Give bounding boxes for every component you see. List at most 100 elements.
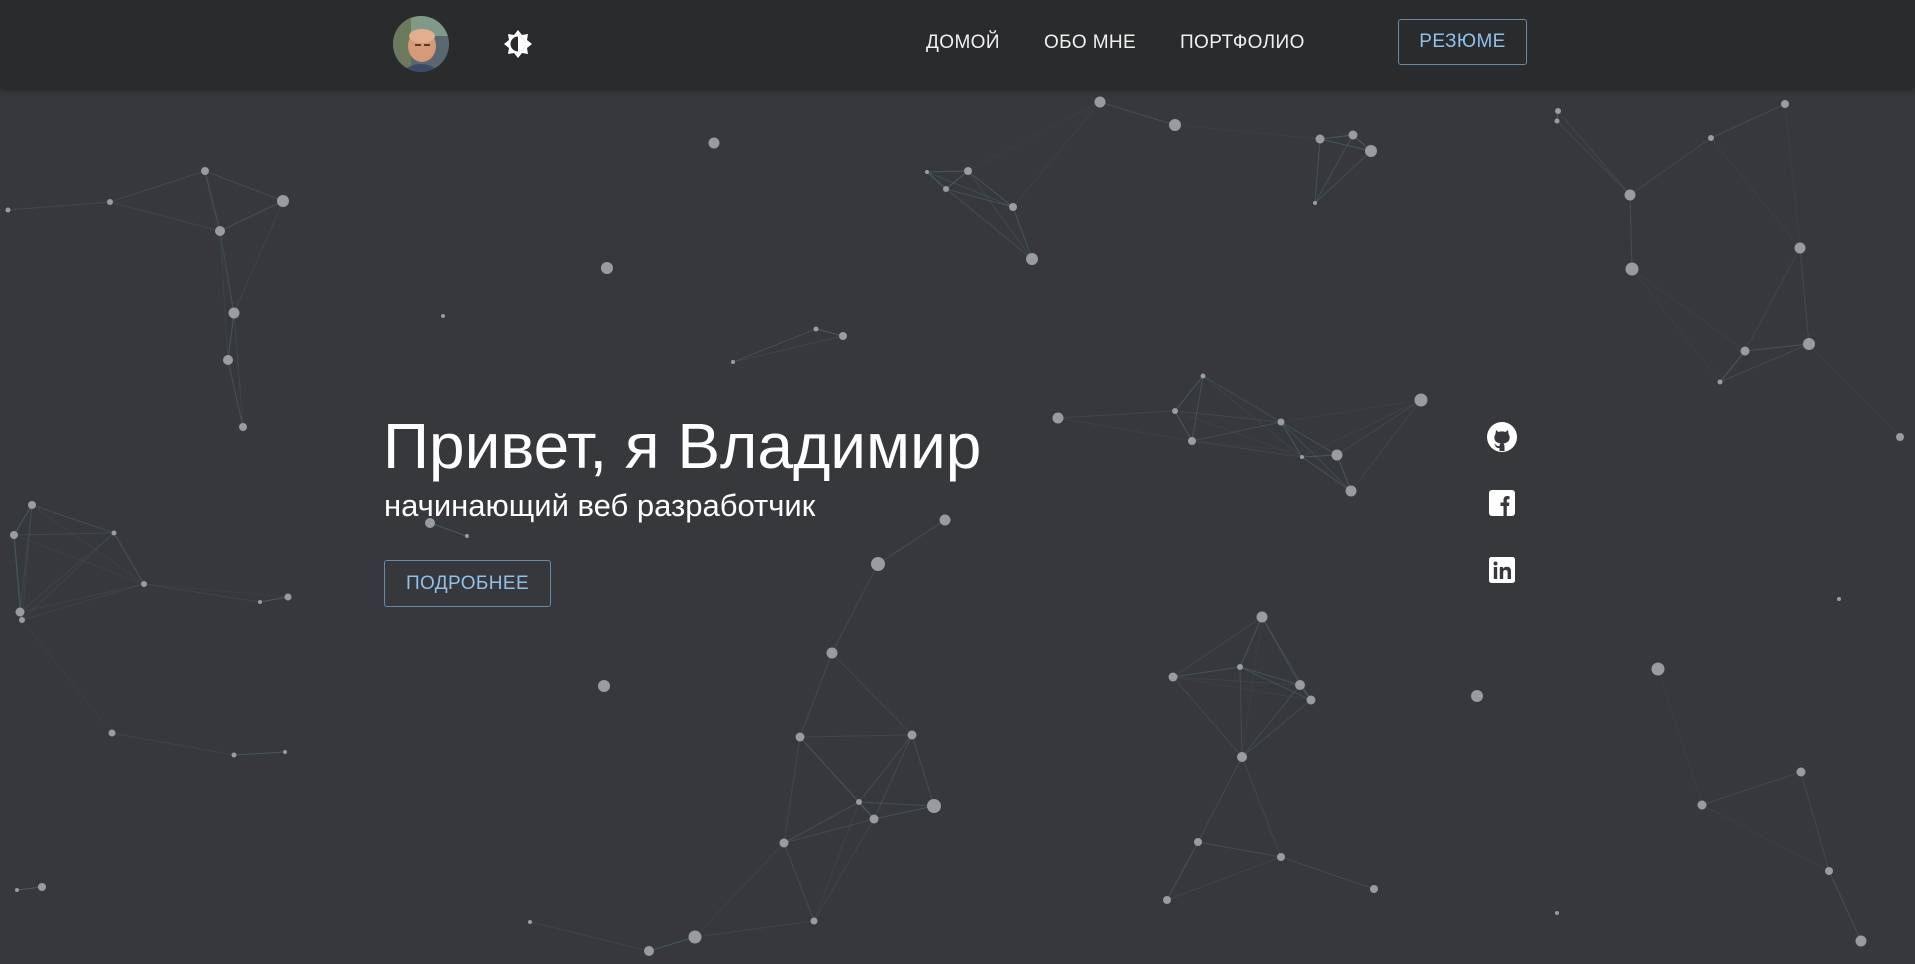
particle-link [1057,417,1193,442]
particle-dot [927,799,941,813]
particle-dot [1169,119,1181,131]
facebook-link[interactable] [1486,487,1518,519]
particle-dot [1331,449,1343,461]
particle-dot [1365,145,1377,157]
particle-dot [1796,767,1806,777]
particle-dot [1471,690,1483,702]
particle-link [1631,268,1721,383]
particle-link [1314,134,1354,204]
particle-link [1314,138,1321,204]
particle-link [1280,856,1375,890]
particle-dot [795,732,805,742]
particle-dot [1348,130,1358,140]
particle-dot [856,799,862,805]
particle-dot [1855,935,1867,947]
particle-link [694,842,785,938]
particle-link [783,842,815,922]
particle-link [21,619,113,734]
facebook-icon [1489,490,1515,516]
particle-link [1241,756,1282,858]
particle-dot [1295,680,1305,690]
particle-link [799,734,913,738]
particle-dot [15,607,25,617]
particle-link [945,188,1014,208]
particle-dot [239,423,247,431]
particle-link [227,312,235,361]
particle-dot [1345,485,1357,497]
particle-dot [283,750,287,754]
particle-dot [1740,346,1750,356]
particle-link [1057,410,1176,419]
particle-link [1241,699,1312,758]
brightness-icon [504,30,532,58]
nav-link-portfolio[interactable]: ПОРТФОЛИО [1180,31,1305,55]
navbar: ДОМОЙ ОБО МНЕ ПОРТФОЛИО РЕЗЮМЕ [0,0,1915,88]
particle-dot [284,593,292,601]
particle-link [926,171,1014,208]
particle-dot [601,262,613,274]
particle-link [783,736,801,844]
particle-dot [1555,911,1559,915]
particle-link [877,519,946,565]
theme-toggle-button[interactable] [503,29,533,59]
particle-link [1174,410,1193,442]
particle-link [204,170,235,314]
particle-link [783,801,860,844]
particle-dot [19,617,25,623]
particle-dot [215,226,225,236]
particle-link [1744,343,1810,352]
particle-link [831,563,879,654]
particle-link [1191,375,1204,442]
particle-dot [141,581,147,587]
particle-dot [108,729,116,737]
particle-dot [1009,203,1017,211]
github-link[interactable] [1486,421,1518,453]
linkedin-link[interactable] [1486,554,1518,586]
particle-link [1556,120,1631,196]
particle-dot [907,730,917,740]
particle-dot [15,888,19,892]
particle-dot [964,167,972,175]
particle-dot [925,170,929,174]
particle-dot [111,530,117,536]
nav-link-home[interactable]: ДОМОЙ [926,31,1000,55]
particle-dot [1414,393,1428,407]
particle-link [813,818,875,922]
particle-dot [1837,597,1841,601]
particle-link [1701,804,1830,872]
particle-dot [688,930,702,944]
particle-link [873,734,913,820]
particle-link [1657,668,1703,806]
avatar[interactable] [393,16,449,72]
linkedin-icon [1489,557,1515,583]
particle-link [799,652,833,738]
particle-dot [1555,108,1561,114]
particle-link [1314,150,1372,204]
particle-link [1784,103,1801,249]
resume-button[interactable]: РЕЗЮМЕ [1398,19,1527,65]
particle-link [1166,856,1282,901]
github-icon [1487,422,1517,452]
particle-link [1174,375,1204,412]
hero-title: Привет, я Владимир [383,410,982,482]
particle-link [1166,841,1199,901]
particle-link [1828,870,1862,942]
particle-dot [277,195,289,207]
particle-link [1301,456,1352,492]
more-button[interactable]: ПОДРОБНЕЕ [384,560,551,607]
particle-dot [1624,189,1636,201]
nav-link-about[interactable]: ОБО МНЕ [1044,31,1136,55]
particle-link [1280,399,1422,423]
particle-dot [1026,253,1038,265]
particle-link [1191,421,1282,442]
particle-dot [1300,455,1304,459]
particle-link [858,801,935,807]
particle-dot [5,207,11,213]
particle-dot [1708,135,1714,141]
particle-link [111,732,235,756]
particle-dot [1781,100,1789,108]
particle-link [1710,137,1801,249]
particle-link [1099,101,1176,126]
particle-link [13,534,23,621]
particle-link [1174,124,1321,140]
